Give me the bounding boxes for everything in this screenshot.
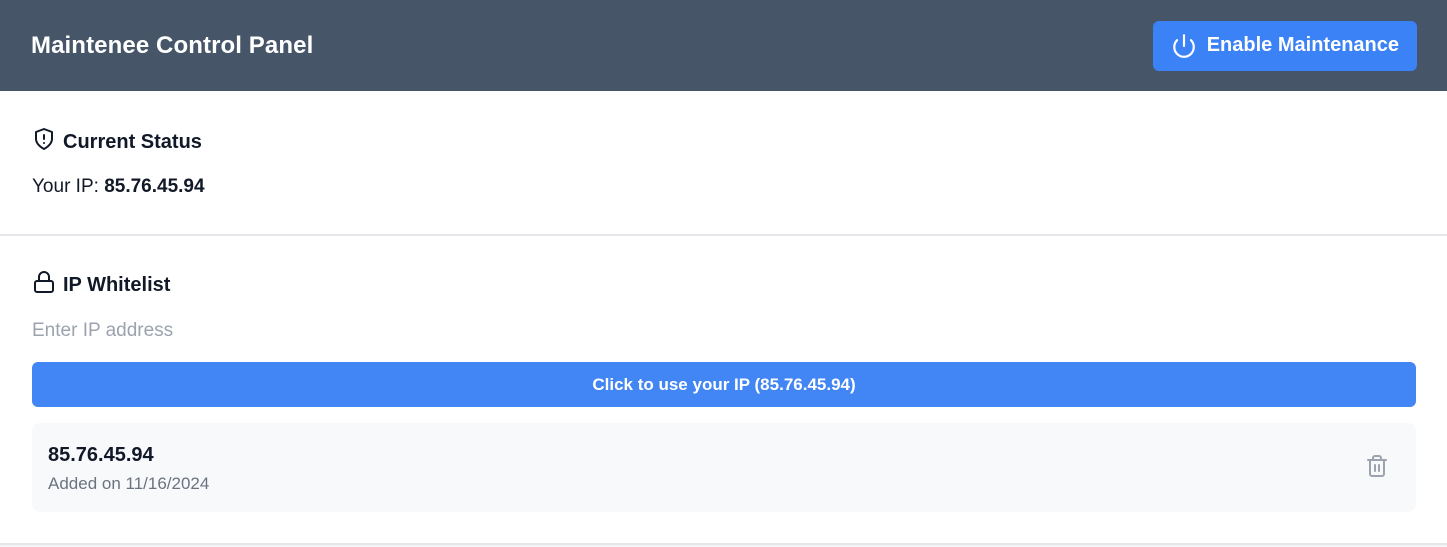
use-your-ip-button[interactable]: Click to use your IP (85.76.45.94) [32, 362, 1416, 407]
enable-maintenance-button[interactable]: Enable Maintenance [1152, 20, 1417, 71]
current-status-title: Current Status [63, 130, 202, 153]
ip-whitelist-title: IP Whitelist [63, 273, 171, 296]
lock-icon [32, 270, 56, 300]
whitelist-item: 85.76.45.94 Added on 11/16/2024 [32, 423, 1416, 512]
shield-alert-icon [32, 127, 56, 157]
ip-address-input[interactable] [32, 316, 632, 346]
your-ip-label: Your IP: [32, 176, 99, 197]
app-header: Maintenee Control Panel Enable Maintenan… [0, 0, 1447, 91]
whitelist-item-ip: 85.76.45.94 [48, 444, 154, 466]
enable-maintenance-label: Enable Maintenance [1206, 34, 1399, 56]
ip-whitelist-card: IP Whitelist Click to use your IP (85.76… [0, 236, 1447, 545]
delete-whitelist-item-button[interactable] [1364, 453, 1390, 481]
your-ip-line: Your IP: 85.76.45.94 [32, 176, 205, 198]
whitelist-item-date: Added on 11/16/2024 [48, 474, 210, 493]
trash-icon [1365, 453, 1389, 482]
current-status-heading: Current Status [32, 127, 202, 157]
ip-whitelist-heading: IP Whitelist [32, 270, 170, 300]
current-status-card: Current Status Your IP: 85.76.45.94 [0, 91, 1447, 236]
app-title: Maintenee Control Panel [31, 31, 314, 59]
power-icon [1171, 33, 1197, 59]
your-ip-value: 85.76.45.94 [104, 176, 205, 197]
